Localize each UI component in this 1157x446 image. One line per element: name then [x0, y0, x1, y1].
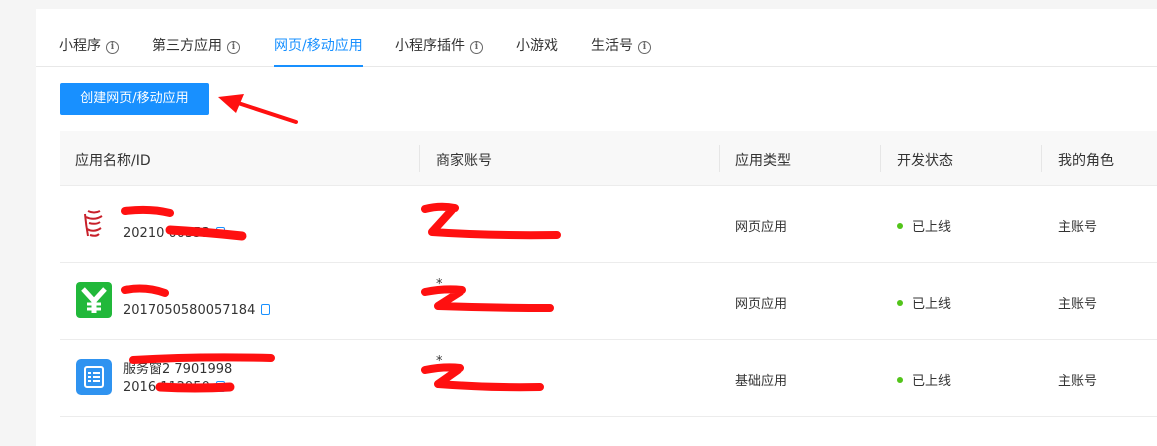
app-type: 网页应用: [735, 297, 788, 312]
column-divider: [419, 145, 420, 172]
tab-life-account[interactable]: 生活号 i: [591, 35, 651, 67]
my-role: 主账号: [1058, 220, 1098, 235]
app-id: 20210 00353: [123, 226, 225, 241]
dev-status: 已上线: [897, 293, 951, 312]
column-header-app-type: 应用类型: [735, 153, 791, 169]
column-header-my-role: 我的角色: [1058, 153, 1114, 169]
dev-status: 已上线: [897, 216, 951, 235]
merchant-name: *: [436, 277, 443, 292]
status-dot: [897, 223, 903, 229]
green-y-icon: [76, 282, 112, 318]
tab-label: 小程序: [59, 38, 101, 54]
app-id-text: 2016 112950: [123, 380, 210, 395]
table-row[interactable]: 服务窗2 7901998 2016 112950 * 基础应用 已上线 主账号: [60, 340, 1157, 417]
my-role: 主账号: [1058, 374, 1098, 389]
app-type: 基础应用: [735, 374, 788, 389]
info-icon[interactable]: i: [470, 41, 483, 54]
blue-document-icon: [76, 359, 112, 395]
column-divider: [1041, 145, 1042, 172]
status-dot: [897, 377, 903, 383]
tab-web-mobile-app[interactable]: 网页/移动应用: [274, 35, 363, 67]
copy-icon[interactable]: [261, 304, 271, 315]
red-seal-icon: [76, 205, 112, 241]
column-header-merchant-account: 商家账号: [436, 153, 492, 169]
status-text: 已上线: [912, 374, 952, 389]
tab-third-party-app[interactable]: 第三方应用 i: [152, 35, 240, 67]
my-role: 主账号: [1058, 297, 1098, 312]
tab-label: 第三方应用: [152, 38, 222, 54]
tab-mini-game[interactable]: 小游戏: [516, 35, 558, 67]
copy-icon[interactable]: [215, 227, 225, 238]
info-icon[interactable]: i: [638, 41, 651, 54]
dev-status: 已上线: [897, 370, 951, 389]
column-divider: [719, 145, 720, 172]
merchant-name: *: [436, 354, 443, 369]
info-icon[interactable]: i: [106, 41, 119, 54]
app-id: 2016 112950: [123, 380, 225, 395]
tab-mini-program-plugin[interactable]: 小程序插件 i: [395, 35, 483, 67]
column-header-app-name-id: 应用名称/ID: [75, 153, 151, 169]
status-dot: [897, 300, 903, 306]
info-icon[interactable]: i: [227, 41, 240, 54]
app-type-tabs: 小程序 i 第三方应用 i 网页/移动应用 小程序插件 i 小游戏 生活号 i: [36, 9, 1157, 67]
app-id-text: 2017050580057184: [123, 303, 256, 318]
status-text: 已上线: [912, 297, 952, 312]
table-row[interactable]: 20210 00353 网页应用 已上线 主账号: [60, 186, 1157, 263]
table-header: 应用名称/ID 商家账号 应用类型 开发状态 我的角色: [60, 131, 1157, 186]
app-name: 服务窗2 7901998: [123, 362, 233, 377]
tab-label: 生活号: [591, 38, 633, 54]
app-id: 2017050580057184: [123, 303, 271, 318]
column-divider: [880, 145, 881, 172]
status-text: 已上线: [912, 220, 952, 235]
tab-label: 小程序插件: [395, 38, 465, 54]
app-type: 网页应用: [735, 220, 788, 235]
tab-label: 小游戏: [516, 38, 558, 54]
app-id-text: 20210 00353: [123, 226, 210, 241]
column-header-dev-status: 开发状态: [897, 153, 953, 169]
table-row[interactable]: 2017050580057184 * 网页应用 已上线 主账号: [60, 263, 1157, 340]
copy-icon[interactable]: [215, 381, 225, 392]
tab-label: 网页/移动应用: [274, 38, 363, 54]
tab-mini-program[interactable]: 小程序 i: [59, 35, 119, 67]
content-panel: 小程序 i 第三方应用 i 网页/移动应用 小程序插件 i 小游戏 生活号 i 创建网页…: [36, 9, 1157, 446]
create-web-mobile-app-button[interactable]: 创建网页/移动应用: [60, 83, 209, 115]
